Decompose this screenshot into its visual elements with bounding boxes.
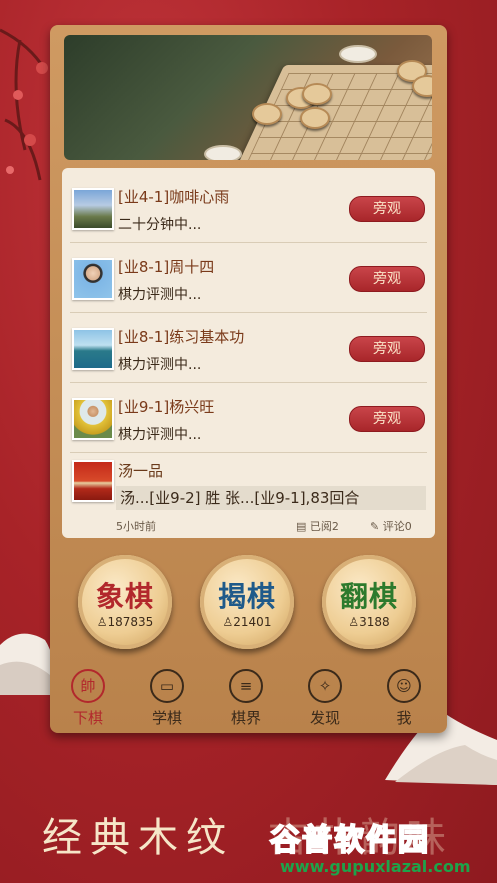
teacup-image bbox=[339, 45, 377, 63]
pen-icon: ✎ bbox=[370, 520, 380, 533]
watch-button[interactable]: 旁观 bbox=[349, 266, 425, 292]
nav-tab-play[interactable]: 帥 下棋 bbox=[58, 669, 118, 729]
player-name: [业4-1]咖啡心雨 bbox=[118, 188, 230, 206]
feed-time: 5小时前 bbox=[116, 520, 156, 533]
person-icon: ♙ bbox=[222, 615, 234, 629]
comment-count-label: 评论0 bbox=[382, 520, 412, 533]
fanqi-mode-button[interactable]: 翻棋 ♙3188 bbox=[322, 555, 416, 649]
man-portrait-avatar bbox=[72, 398, 114, 440]
xiangqi-title: 象棋 bbox=[95, 580, 154, 613]
player-name: [业8-1]练习基本功 bbox=[118, 328, 245, 346]
feed-read-count: ▤ 已阅2 bbox=[296, 518, 339, 534]
game-status: 棋力评测中... bbox=[118, 287, 202, 303]
bottom-nav: 帥 下棋 ▭ 学棋 ≡ 棋界 ✧ 发现 ☺ 我 bbox=[50, 663, 447, 733]
fanqi-title: 翻棋 bbox=[339, 580, 398, 613]
game-row[interactable]: [业4-1]咖啡心雨 二十分钟中... 旁观 bbox=[70, 172, 427, 243]
teacup-image bbox=[204, 145, 242, 160]
game-status: 棋力评测中... bbox=[118, 357, 202, 373]
game-list: [业4-1]咖啡心雨 二十分钟中... 旁观 [业8-1]周十四 棋力评测中..… bbox=[62, 168, 435, 538]
nav-label: 下棋 bbox=[72, 709, 103, 727]
nav-label: 学棋 bbox=[151, 709, 182, 727]
watch-button[interactable]: 旁观 bbox=[349, 336, 425, 362]
slogan-text: 经典木纹 bbox=[42, 815, 234, 861]
nav-tab-community[interactable]: ≡ 棋界 bbox=[216, 669, 276, 729]
game-status: 二十分钟中... bbox=[118, 217, 202, 233]
message-icon: ≡ bbox=[229, 669, 263, 703]
chess-piece-image bbox=[302, 83, 332, 105]
xiangqi-mode-button[interactable]: 象棋 ♙187835 bbox=[78, 555, 172, 649]
chess-banner-image[interactable] bbox=[64, 35, 432, 160]
watermark-url: www.gupuxlazal.com bbox=[280, 857, 471, 876]
book-icon: ▤ bbox=[296, 520, 307, 533]
general-piece-icon: 帥 bbox=[71, 669, 105, 703]
game-row[interactable]: [业8-1]周十四 棋力评测中... 旁观 bbox=[70, 242, 427, 313]
main-panel: [业4-1]咖啡心雨 二十分钟中... 旁观 [业8-1]周十四 棋力评测中..… bbox=[50, 25, 447, 733]
person-icon: ♙ bbox=[348, 615, 360, 629]
read-count-label: 已阅2 bbox=[309, 520, 339, 533]
fanqi-player-count: ♙3188 bbox=[348, 615, 390, 629]
feed-item[interactable]: 汤一品 汤...[业9-2] 胜 张...[业9-1],83回合 5小时前 ▤ … bbox=[70, 456, 427, 536]
nav-label: 我 bbox=[396, 709, 412, 727]
chess-piece-image bbox=[300, 107, 330, 129]
jieqi-player-count: ♙21401 bbox=[222, 615, 272, 629]
chess-piece-image bbox=[252, 103, 282, 125]
feed-game-result[interactable]: 汤...[业9-2] 胜 张...[业9-1],83回合 bbox=[116, 486, 426, 510]
book-icon: ▭ bbox=[150, 669, 184, 703]
nav-label: 棋界 bbox=[230, 709, 261, 727]
sea-landscape-avatar bbox=[72, 328, 114, 370]
xiangqi-player-count: ♙187835 bbox=[96, 615, 154, 629]
feed-author[interactable]: 汤一品 bbox=[118, 460, 163, 481]
compass-icon: ✧ bbox=[308, 669, 342, 703]
watermark: 谷普软件园 www.gupuxlazal.com bbox=[269, 815, 492, 877]
watch-button[interactable]: 旁观 bbox=[349, 196, 425, 222]
boy-portrait-avatar bbox=[72, 258, 114, 300]
jieqi-mode-button[interactable]: 揭棋 ♙21401 bbox=[200, 555, 294, 649]
game-row[interactable]: [业9-1]杨兴旺 棋力评测中... 旁观 bbox=[70, 382, 427, 453]
nav-tab-me[interactable]: ☺ 我 bbox=[374, 669, 434, 729]
game-status: 棋力评测中... bbox=[118, 427, 202, 443]
game-mode-selector: 象棋 ♙187835 揭棋 ♙21401 翻棋 ♙3188 bbox=[50, 555, 447, 655]
watermark-title: 谷普软件园 bbox=[269, 822, 430, 859]
flag-avatar[interactable] bbox=[72, 460, 114, 502]
nav-tab-learn[interactable]: ▭ 学棋 bbox=[137, 669, 197, 729]
mountain-landscape-avatar bbox=[72, 188, 114, 230]
game-row[interactable]: [业8-1]练习基本功 棋力评测中... 旁观 bbox=[70, 312, 427, 383]
player-name: [业9-1]杨兴旺 bbox=[118, 398, 215, 416]
user-icon: ☺ bbox=[387, 669, 421, 703]
watch-button[interactable]: 旁观 bbox=[349, 406, 425, 432]
nav-tab-discover[interactable]: ✧ 发现 bbox=[295, 669, 355, 729]
person-icon: ♙ bbox=[96, 615, 108, 629]
jieqi-title: 揭棋 bbox=[217, 580, 276, 613]
nav-label: 发现 bbox=[309, 709, 340, 727]
player-name: [业8-1]周十四 bbox=[118, 258, 215, 276]
feed-comment-count[interactable]: ✎ 评论0 bbox=[370, 518, 412, 534]
